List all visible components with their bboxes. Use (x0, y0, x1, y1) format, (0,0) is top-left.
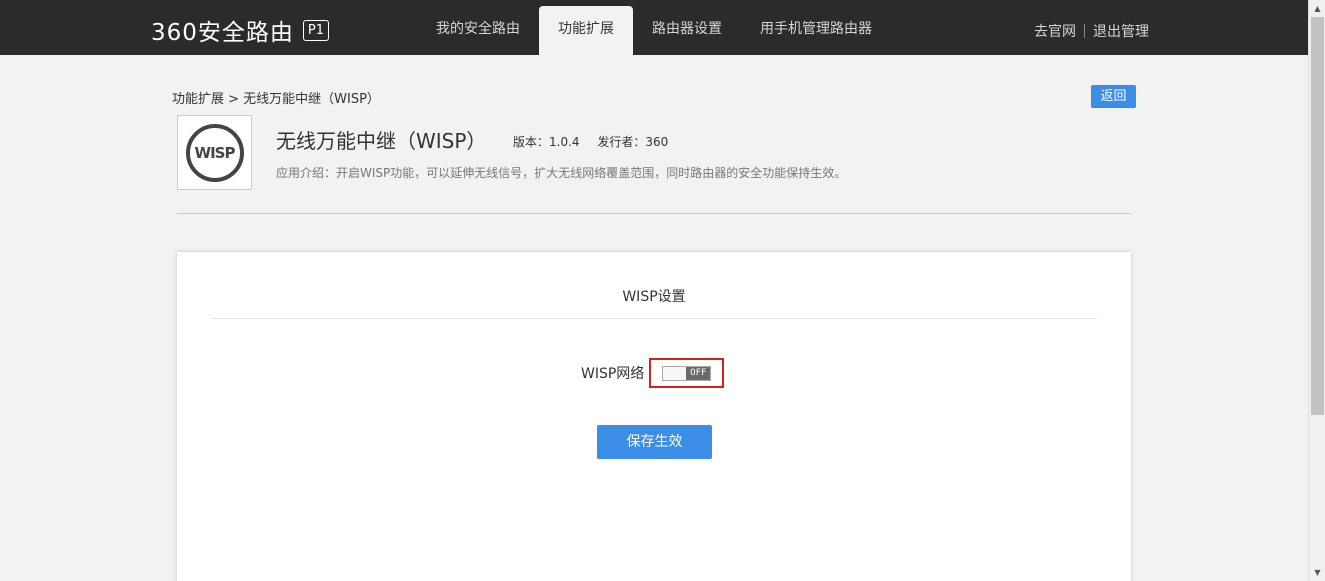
wisp-app-icon: WISP (177, 115, 252, 190)
top-navigation-bar: 360安全路由 P1 我的安全路由 功能扩展 路由器设置 用手机管理路由器 去官… (0, 0, 1308, 55)
panel-title: WISP设置 (622, 289, 686, 305)
wisp-logo-circle: WISP (185, 123, 244, 182)
header-divider (177, 213, 1131, 214)
official-site-link[interactable]: 去官网 (1034, 21, 1076, 41)
toggle-state-label: OFF (686, 366, 711, 380)
scroll-up-arrow-icon[interactable]: ▲ (1309, 0, 1325, 17)
logo-text: 360安全路由 (151, 20, 294, 46)
wisp-network-label: WISP网络 (581, 366, 645, 382)
app-publisher: 发行者：360 (597, 135, 669, 149)
logo[interactable]: 360安全路由 P1 (151, 16, 330, 46)
panel-divider (211, 318, 1097, 319)
back-button[interactable]: 返回 (1091, 85, 1136, 108)
nav-router-settings[interactable]: 路由器设置 (633, 0, 741, 55)
wisp-network-row: WISP网络 OFF (581, 358, 725, 388)
nav-my-router[interactable]: 我的安全路由 (417, 0, 539, 55)
scroll-thumb[interactable] (1311, 17, 1324, 415)
wisp-logo-text: WISP (194, 143, 236, 162)
scroll-down-arrow-icon[interactable]: ▼ (1309, 564, 1325, 581)
vertical-scrollbar[interactable]: ▲ ▼ (1308, 0, 1325, 581)
toggle-highlight-box: OFF (649, 358, 725, 388)
logout-link[interactable]: 退出管理 (1093, 21, 1149, 41)
link-separator (1084, 24, 1085, 38)
save-button[interactable]: 保存生效 (597, 425, 712, 459)
app-description: 应用介绍：开启WISP功能，可以延伸无线信号，扩大无线网络覆盖范围，同时路由器的… (276, 166, 847, 180)
nav-mobile-manage[interactable]: 用手机管理路由器 (741, 0, 891, 55)
wisp-settings-panel: WISP设置 WISP网络 OFF 保存生效 (177, 252, 1131, 581)
main-nav: 我的安全路由 功能扩展 路由器设置 用手机管理路由器 (417, 0, 891, 55)
nav-extensions[interactable]: 功能扩展 (539, 6, 633, 55)
top-links: 去官网 退出管理 (1034, 21, 1149, 41)
app-title: 无线万能中继（WISP） (276, 129, 487, 153)
app-meta: 版本：1.0.4 发行者：360 (513, 133, 668, 150)
breadcrumb: 功能扩展 > 无线万能中继（WISP） (172, 92, 380, 107)
app-version: 版本：1.0.4 (513, 135, 580, 149)
wisp-network-toggle[interactable]: OFF (662, 365, 712, 381)
logo-model-badge: P1 (302, 19, 330, 41)
